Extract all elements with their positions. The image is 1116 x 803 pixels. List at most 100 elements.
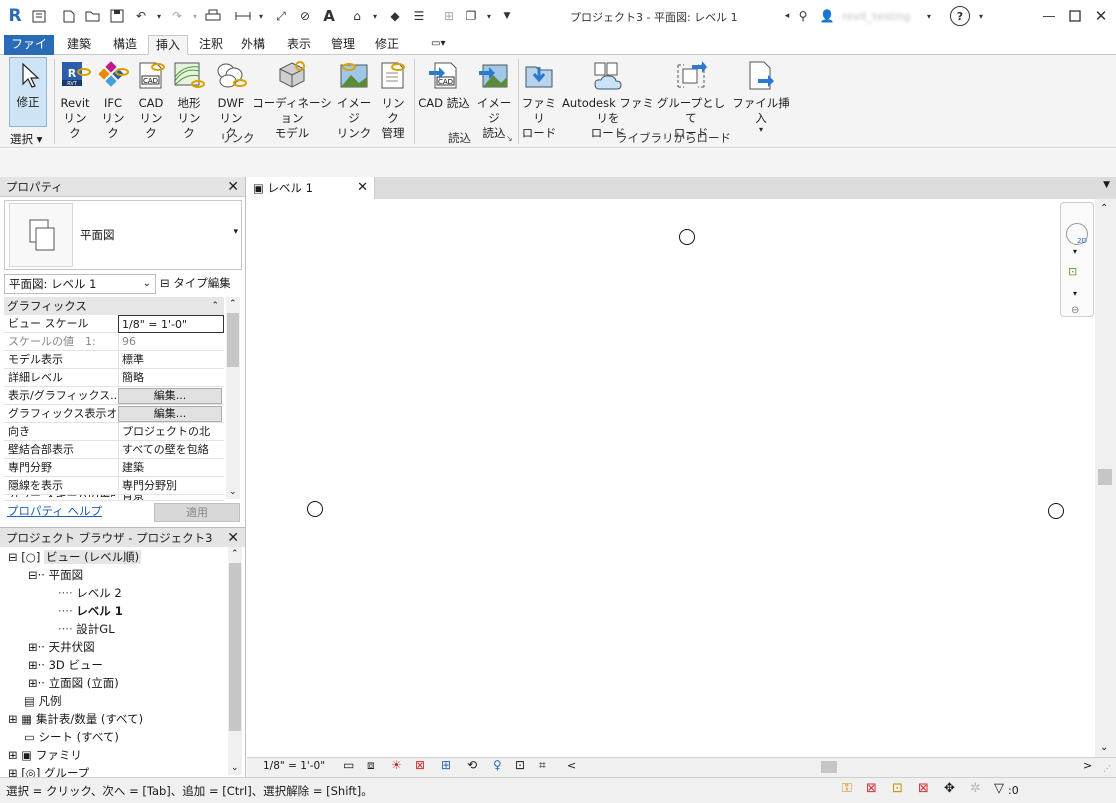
tree-node-ceiling-plans[interactable]: ⊞·· 天井伏図 [28,638,95,656]
section-icon[interactable]: ◆ [386,7,404,25]
user-dropdown-icon[interactable]: ▾ [920,7,938,25]
prop-value[interactable]: プロジェクトの北 [118,423,224,441]
scroll-up-icon[interactable]: ⌃ [1100,203,1108,214]
load-family-button[interactable]: ファミリ ロード [520,59,558,141]
filter-icon[interactable]: ▽ [994,781,1004,796]
3d-view-icon[interactable]: ⌂ [348,7,366,25]
type-dropdown-icon[interactable]: ▾ [233,227,238,237]
scroll-up-icon[interactable]: ⌃ [231,549,239,559]
tab-site[interactable]: 外構 [234,35,272,55]
select-dropdown[interactable]: 選択 ▾ [10,131,42,147]
help-icon[interactable]: ? [950,6,970,26]
close-button[interactable]: ✕ [1092,7,1110,25]
graphic-display-edit-button[interactable]: 編集... [118,406,222,422]
prop-row-orientation[interactable]: 向き プロジェクトの北 [4,423,224,441]
expand-icon[interactable]: ⊞ [8,766,18,777]
prop-row-hidden-lines[interactable]: 隠線を表示 専門分野別 [4,477,224,495]
save-icon[interactable] [108,7,126,25]
drag-elements-icon[interactable]: ✥ [944,781,955,796]
tree-node-families[interactable]: ⊞ ▣ ファミリ [8,746,82,764]
load-autodesk-family-button[interactable]: Autodesk ファミリを ロード [562,59,654,141]
prop-row-discipline[interactable]: 専門分野 建築 [4,459,224,477]
tab-manage[interactable]: 管理 [324,35,362,55]
tree-node-schedules[interactable]: ⊞ ▦ 集計表/数量 (すべて) [8,710,143,728]
measure-dropdown-icon[interactable]: ▾ [252,7,270,25]
tree-node-groups[interactable]: ⊞ [◎] グループ [8,764,89,777]
expand-icon[interactable]: ⊞ [28,676,38,690]
drawing-canvas[interactable]: 2D ▾ ⊡ ▾ ⊖ [247,199,1095,757]
prop-row-view-scale[interactable]: ビュー スケール 1/8" = 1'-0" [4,315,224,333]
zoom-dropdown-icon[interactable]: ▾ [1073,289,1077,298]
cad-link-button[interactable]: CAD CAD リンク [134,59,168,141]
project-browser-close-icon[interactable]: ✕ [227,528,239,548]
graphics-group-header[interactable]: グラフィックス ⌃ [4,297,224,315]
text-icon[interactable]: A [320,7,338,25]
aligned-dimension-icon[interactable]: ⤢ [272,7,290,25]
tree-node-design-gl[interactable]: ···· 設計GL [58,620,115,638]
prop-row-color-scheme[interactable]: カラー スキームの場所背景 [4,495,224,501]
prop-value[interactable]: 背景 [118,495,224,500]
close-hidden-icon[interactable]: ⊞ [440,7,458,25]
redo-dropdown-icon[interactable]: ▾ [186,7,204,25]
modify-button[interactable]: 修正 [9,57,47,127]
insert-file-dropdown-icon[interactable]: ▾ [759,126,763,134]
dwf-link-button[interactable]: DWF リンク [214,59,248,141]
show-crop-icon[interactable]: ⟲ [467,758,477,772]
tree-node-views[interactable]: ⊟ [○] ビュー (レベル順) [8,548,142,566]
tab-annotate[interactable]: 注釈 [192,35,230,55]
tab-structure[interactable]: 構造 [106,35,144,55]
scroll-down-icon[interactable]: ⌄ [229,487,237,497]
import-panel-launcher-icon[interactable]: ↘ [506,134,513,143]
tab-architecture[interactable]: 建築 [60,35,98,55]
scroll-thumb[interactable] [229,563,241,731]
tree-node-floor-plans[interactable]: ⊟·· 平面図 [28,566,83,584]
measure-icon[interactable] [234,7,252,25]
resize-grip-icon[interactable]: ⋰ [1103,764,1111,773]
undo-icon[interactable]: ↶ [132,7,150,25]
revit-app-icon[interactable]: R [6,6,24,26]
maximize-button[interactable] [1066,7,1084,25]
image-import-button[interactable]: イメージ 読込 [474,59,514,141]
prop-value[interactable]: 簡略 [118,369,224,387]
prop-value[interactable]: 専門分野別 [118,477,224,495]
properties-scrollbar[interactable]: ⌃ ⌄ [226,297,240,499]
hscroll-thumb[interactable] [821,761,837,773]
new-icon[interactable] [60,7,78,25]
3d-dropdown-icon[interactable]: ▾ [366,7,384,25]
prop-value[interactable]: 建築 [118,459,224,477]
view-scale-button[interactable]: 1/8" = 1'-0" [263,760,325,772]
prop-row-vg-overrides[interactable]: 表示/グラフィックス... 編集... [4,387,224,405]
hscroll-left-icon[interactable]: < [567,759,576,772]
crop-view-icon[interactable]: ⊞ [441,758,451,772]
scroll-up-icon[interactable]: ⌃ [229,299,237,309]
view-tab-level-1[interactable]: ▣ レベル 1 ✕ [247,177,375,199]
prop-row-wall-join[interactable]: 壁結合部表示 すべての壁を包絡 [4,441,224,459]
steering-wheel-dropdown-icon[interactable]: ▾ [1073,247,1077,256]
load-as-group-button[interactable]: グループとして ロード [656,59,726,141]
apply-button[interactable]: 適用 [154,503,240,522]
insert-from-file-button[interactable]: ファイル挿入 ▾ [728,59,794,134]
hscroll-right-icon[interactable]: > [1083,759,1092,772]
tree-node-legends[interactable]: ▤ 凡例 [24,692,62,710]
select-by-face-icon[interactable]: ⊠ [918,781,929,796]
customize-qat-icon[interactable]: ▼ [498,7,516,25]
user-icon[interactable]: 👤 [818,7,836,25]
elevation-marker-west[interactable] [307,501,323,517]
expand-icon[interactable]: ⊞ [8,712,18,726]
nav-bar-options-icon[interactable]: ⊖ [1071,305,1079,316]
switch-windows-dropdown-icon[interactable]: ▾ [480,7,498,25]
detail-level-icon[interactable]: ▭ [343,758,354,772]
undo-dropdown-icon[interactable]: ▾ [150,7,168,25]
coordination-model-button[interactable]: コーディネーション モデル [252,59,332,141]
browser-scrollbar[interactable]: ⌃ ⌄ [228,547,242,775]
scroll-thumb[interactable] [227,313,239,367]
view-scale-field[interactable]: 1/8" = 1'-0" [118,315,224,333]
tree-node-level-1[interactable]: ···· レベル 1 [58,602,123,620]
prop-row-detail-level[interactable]: 詳細レベル 簡略 [4,369,224,387]
user-name[interactable]: revit_testing [842,10,911,23]
sun-path-icon[interactable]: ☀ [391,758,402,772]
canvas-vertical-scrollbar[interactable]: ⌃ ⌄ [1095,199,1116,757]
topography-link-button[interactable]: 地形 リンク [172,59,206,141]
cad-import-button[interactable]: CAD CAD 読込 [418,59,470,111]
analytical-model-icon[interactable]: ⌗ [539,758,546,773]
